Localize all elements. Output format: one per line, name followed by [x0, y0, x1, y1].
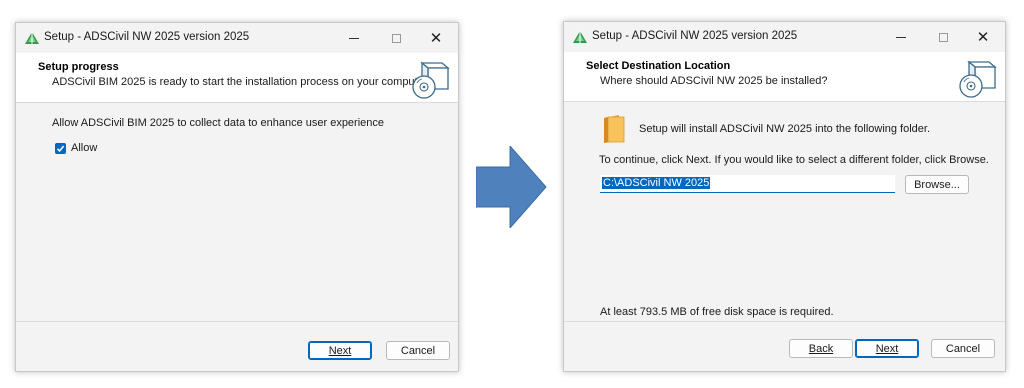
allow-checkbox[interactable]: Allow [55, 142, 97, 154]
consent-text: Allow ADSCivil BIM 2025 to collect data … [52, 117, 385, 129]
wizard-header: Setup progress ADSCivil BIM 2025 is read… [16, 53, 458, 103]
cancel-button[interactable]: Cancel [931, 339, 995, 358]
minimize-icon [349, 37, 359, 39]
back-button[interactable]: Back [789, 339, 853, 358]
software-box-cd-icon [412, 61, 450, 99]
maximize-button[interactable] [376, 26, 416, 50]
wizard-header: Select Destination Location Where should… [564, 52, 1005, 102]
setup-window-destination: Setup - ADSCivil NW 2025 version 2025 ✕ … [563, 21, 1006, 372]
footer-divider [16, 321, 458, 322]
next-button[interactable]: Next [855, 339, 919, 358]
cancel-label: Cancel [400, 344, 436, 357]
cancel-label: Cancel [945, 342, 981, 355]
install-text: Setup will install ADSCivil NW 2025 into… [639, 123, 931, 135]
header-title: Setup progress [38, 61, 119, 73]
title-bar[interactable]: Setup - ADSCivil NW 2025 version 2025 ✕ [16, 23, 458, 53]
wizard-body: Setup will install ADSCivil NW 2025 into… [564, 103, 1005, 321]
folder-icon [604, 115, 625, 143]
header-subtitle: ADSCivil BIM 2025 is ready to start the … [52, 76, 430, 88]
setup-window-progress: Setup - ADSCivil NW 2025 version 2025 ✕ … [15, 22, 459, 372]
browse-label: Browse... [914, 178, 960, 191]
maximize-button[interactable] [923, 25, 963, 49]
header-title: Select Destination Location [586, 60, 731, 72]
title-bar[interactable]: Setup - ADSCivil NW 2025 version 2025 ✕ [564, 22, 1005, 52]
close-button[interactable]: ✕ [963, 25, 1003, 49]
minimize-button[interactable] [334, 26, 374, 50]
allow-label: Allow [71, 142, 98, 154]
green-triangle-icon [25, 32, 39, 44]
cancel-button[interactable]: Cancel [386, 341, 450, 360]
disk-space-text: At least 793.5 MB of free disk space is … [600, 306, 834, 318]
right-arrow-icon [476, 146, 547, 228]
close-icon: ✕ [429, 29, 443, 47]
close-icon: ✕ [976, 28, 990, 46]
path-value: C:\ADSCivil NW 2025 [602, 177, 711, 189]
browse-button[interactable]: Browse... [905, 175, 969, 194]
window-title: Setup - ADSCivil NW 2025 version 2025 [592, 30, 798, 42]
green-triangle-icon [573, 31, 587, 43]
window-title: Setup - ADSCivil NW 2025 version 2025 [44, 31, 250, 43]
minimize-button[interactable] [881, 25, 921, 49]
next-label: Next [328, 344, 352, 357]
minimize-icon [896, 36, 906, 38]
destination-path-input[interactable]: C:\ADSCivil NW 2025 [600, 175, 895, 193]
checkbox-checked-icon [55, 142, 66, 154]
maximize-icon [938, 32, 948, 42]
software-box-cd-icon [959, 60, 997, 98]
back-label: Back [808, 342, 834, 355]
maximize-icon [391, 33, 401, 43]
header-subtitle: Where should ADSCivil NW 2025 be install… [600, 75, 828, 87]
next-label: Next [875, 342, 899, 355]
continue-text: To continue, click Next. If you would li… [599, 154, 989, 166]
footer-divider [564, 321, 1005, 322]
close-button[interactable]: ✕ [416, 26, 456, 50]
wizard-body: Allow ADSCivil BIM 2025 to collect data … [16, 104, 458, 321]
next-button[interactable]: Next [308, 341, 372, 360]
